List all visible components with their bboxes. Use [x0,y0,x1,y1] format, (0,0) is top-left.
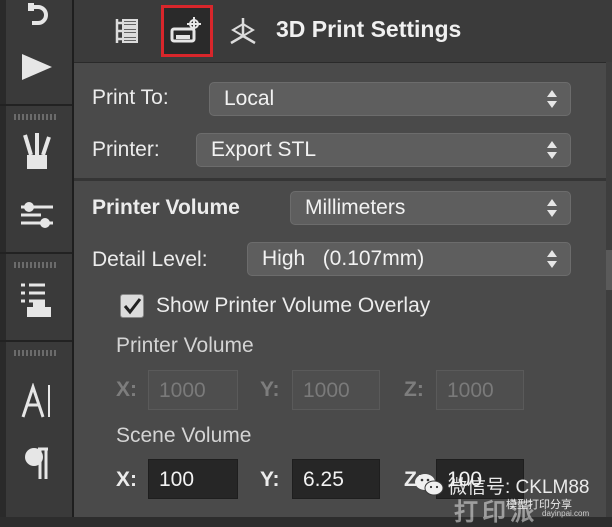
checkmark-icon [123,298,142,315]
tool-separator [0,252,72,254]
select-arrows-icon [547,250,557,268]
select-arrows-icon [547,199,557,217]
print-to-value: Local [224,87,275,110]
scene-volume-x-label: X: [116,468,137,491]
scene-volume-y-label: Y: [260,468,280,491]
tool-strip-edge [0,0,6,517]
brush-presets-icon[interactable] [14,128,60,174]
path-select-icon[interactable] [14,0,60,40]
scene-axes-icon[interactable] [220,8,266,54]
wechat-logo-icon [415,474,444,496]
units-select[interactable]: Millimeters [290,191,571,225]
tool-strip [0,0,74,517]
panel-title: 3D Print Settings [276,16,462,42]
printer-crosshair-icon[interactable] [161,5,213,57]
print-to-label: Print To: [92,86,169,109]
tool-group-grip[interactable] [14,114,58,120]
brush-settings-icon[interactable] [14,192,60,238]
scene-volume-y-value: 6.25 [303,468,344,491]
scene-volume-heading: Scene Volume [116,424,252,447]
print-settings-panel: 3D Print Settings Print To: Local Printe… [74,0,612,517]
printer-label: Printer: [92,138,160,161]
printer-volume-y-label: Y: [260,378,280,401]
printer-volume-x-value: 1000 [159,379,206,402]
print-to-select[interactable]: Local [209,82,571,116]
printer-volume-units-label: Printer Volume [92,196,240,219]
layer-comps-icon[interactable] [14,276,60,322]
tool-separator [0,340,72,342]
printer-volume-heading: Printer Volume [116,334,254,357]
printer-volume-x-label: X: [116,378,137,401]
select-arrows-icon [547,141,557,159]
printer-volume-y-value: 1000 [303,379,350,402]
play-icon[interactable] [14,44,60,90]
scene-volume-x-field[interactable]: 100 [148,459,238,499]
select-arrows-icon [547,90,557,108]
tool-group-grip[interactable] [14,350,58,356]
panel-scrollbar-thumb[interactable] [606,250,612,290]
show-overlay-label: Show Printer Volume Overlay [156,294,431,317]
tool-group-grip[interactable] [14,262,58,268]
detail-level-label: Detail Level: [92,248,208,271]
printer-volume-y-field[interactable]: 1000 [292,370,380,410]
detail-level-value: High (0.107mm) [262,247,425,270]
units-value: Millimeters [305,196,406,219]
tree-list-icon[interactable] [104,8,150,54]
scene-volume-y-field[interactable]: 6.25 [292,459,380,499]
tool-separator [0,104,72,106]
detail-level-select[interactable]: High (0.107mm) [247,242,571,276]
scene-volume-x-value: 100 [159,468,195,491]
character-icon[interactable] [14,378,60,424]
printer-volume-z-field[interactable]: 1000 [436,370,524,410]
printer-select[interactable]: Export STL [196,133,571,167]
printer-value: Export STL [211,138,317,161]
show-overlay-checkbox[interactable] [120,294,144,318]
watermark: 打印派 微信号: CKLM88 模型打印分享 dayinpai.com [414,466,612,526]
printer-volume-z-value: 1000 [447,379,494,402]
printer-volume-x-field[interactable]: 1000 [148,370,238,410]
section-divider [74,178,612,181]
paragraph-icon[interactable] [14,440,60,486]
printer-volume-z-label: Z: [404,378,424,401]
watermark-wechat-id: 微信号: CKLM88 [448,477,590,498]
panel-header: 3D Print Settings [74,0,612,63]
